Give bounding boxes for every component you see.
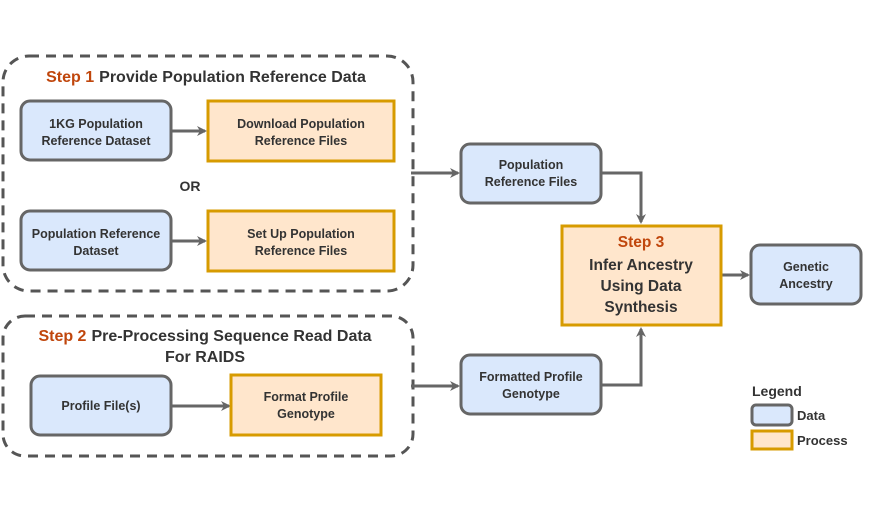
node-pop-ref-files[interactable]: Population Reference Files	[459, 142, 603, 205]
node-setup-files[interactable]: Set Up Population Reference Files	[206, 209, 396, 273]
step2-title: Step 2 Pre-Processing Sequence Read Data	[38, 328, 371, 345]
svg-text:Using Data: Using Data	[601, 278, 682, 295]
legend-swatch-process	[750, 429, 794, 451]
step2-title-line2: For RAIDS	[165, 349, 245, 366]
svg-text:Formatted Profile: Formatted Profile	[479, 370, 583, 384]
svg-text:Ancestry: Ancestry	[779, 277, 833, 291]
legend: Legend Data Process	[750, 383, 848, 451]
step1-title: Step 1 Provide Population Reference Data	[46, 69, 366, 86]
svg-text:Dataset: Dataset	[73, 244, 119, 258]
svg-text:Set Up Population: Set Up Population	[247, 227, 355, 241]
or-label: OR	[180, 178, 201, 194]
edge-formatted-to-infer	[602, 327, 646, 387]
svg-text:Population: Population	[499, 158, 564, 172]
svg-text:Reference Dataset: Reference Dataset	[41, 134, 151, 148]
node-formatted-genotype[interactable]: Formatted Profile Genotype	[459, 353, 603, 416]
node-profile-files[interactable]: Profile File(s)	[29, 374, 173, 437]
legend-label-data: Data	[797, 408, 826, 423]
node-format-genotype[interactable]: Format Profile Genotype	[229, 373, 383, 437]
node-infer-ancestry[interactable]: Step 3 Infer Ancestry Using Data Synthes…	[560, 224, 723, 327]
svg-text:Profile File(s): Profile File(s)	[61, 399, 140, 413]
svg-text:Format Profile: Format Profile	[264, 390, 349, 404]
legend-title: Legend	[752, 383, 802, 399]
legend-swatch-data	[750, 403, 794, 427]
node-kg-dataset[interactable]: 1KG Population Reference Dataset	[19, 99, 173, 162]
svg-text:Synthesis: Synthesis	[604, 299, 677, 316]
svg-text:Genetic: Genetic	[783, 260, 829, 274]
legend-label-process: Process	[797, 433, 848, 448]
node-genetic-ancestry[interactable]: Genetic Ancestry	[749, 243, 863, 306]
svg-text:Infer Ancestry: Infer Ancestry	[589, 257, 693, 274]
svg-text:Reference Files: Reference Files	[255, 134, 347, 148]
node-download-files[interactable]: Download Population Reference Files	[206, 99, 396, 163]
node-pop-dataset[interactable]: Population Reference Dataset	[19, 209, 173, 272]
edge-popref-to-infer	[602, 171, 646, 224]
svg-text:Reference Files: Reference Files	[255, 244, 347, 258]
ancestry-workflow-diagram: Step 1 Provide Population Reference Data …	[1, 54, 863, 458]
svg-text:Population Reference: Population Reference	[32, 227, 161, 241]
svg-text:Download Population: Download Population	[237, 117, 365, 131]
step3-label: Step 3	[618, 234, 665, 251]
svg-text:Genotype: Genotype	[277, 407, 335, 421]
svg-text:Genotype: Genotype	[502, 387, 560, 401]
svg-text:Reference Files: Reference Files	[485, 175, 577, 189]
svg-text:1KG Population: 1KG Population	[49, 117, 143, 131]
